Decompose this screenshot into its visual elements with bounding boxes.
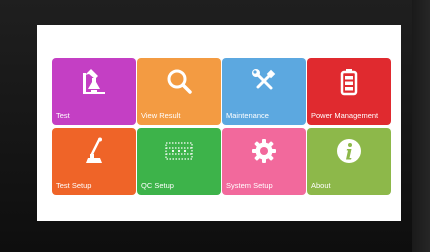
tile-label: Power Management xyxy=(311,111,379,120)
wrench-screwdriver-icon xyxy=(249,66,279,96)
battery-icon xyxy=(334,66,364,96)
tile-label: Maintenance xyxy=(226,111,269,120)
magnifier-icon xyxy=(164,66,194,96)
pipette-rack-icon xyxy=(79,136,109,166)
tile-label: Test Setup xyxy=(56,181,92,190)
tile-label: Test xyxy=(56,111,70,120)
main-menu-grid: Test View Result Maintenance Power Manag… xyxy=(52,58,391,195)
info-icon xyxy=(334,136,364,166)
tile-about[interactable]: About xyxy=(307,128,391,195)
device-bezel: Test View Result Maintenance Power Manag… xyxy=(0,0,430,252)
tile-label: View Result xyxy=(141,111,181,120)
flask-burner-icon xyxy=(79,66,109,96)
gear-icon xyxy=(249,136,279,166)
tile-qc-setup[interactable]: QC Setup xyxy=(137,128,221,195)
touch-screen: Test View Result Maintenance Power Manag… xyxy=(37,25,401,221)
tile-test[interactable]: Test xyxy=(52,58,136,125)
tile-view-result[interactable]: View Result xyxy=(137,58,221,125)
tile-system-setup[interactable]: System Setup xyxy=(222,128,306,195)
tile-test-setup[interactable]: Test Setup xyxy=(52,128,136,195)
tile-label: System Setup xyxy=(226,181,273,190)
tile-label: QC Setup xyxy=(141,181,174,190)
dotted-grid-icon xyxy=(164,136,194,166)
tile-power-management[interactable]: Power Management xyxy=(307,58,391,125)
tile-maintenance[interactable]: Maintenance xyxy=(222,58,306,125)
tile-label: About xyxy=(311,181,331,190)
